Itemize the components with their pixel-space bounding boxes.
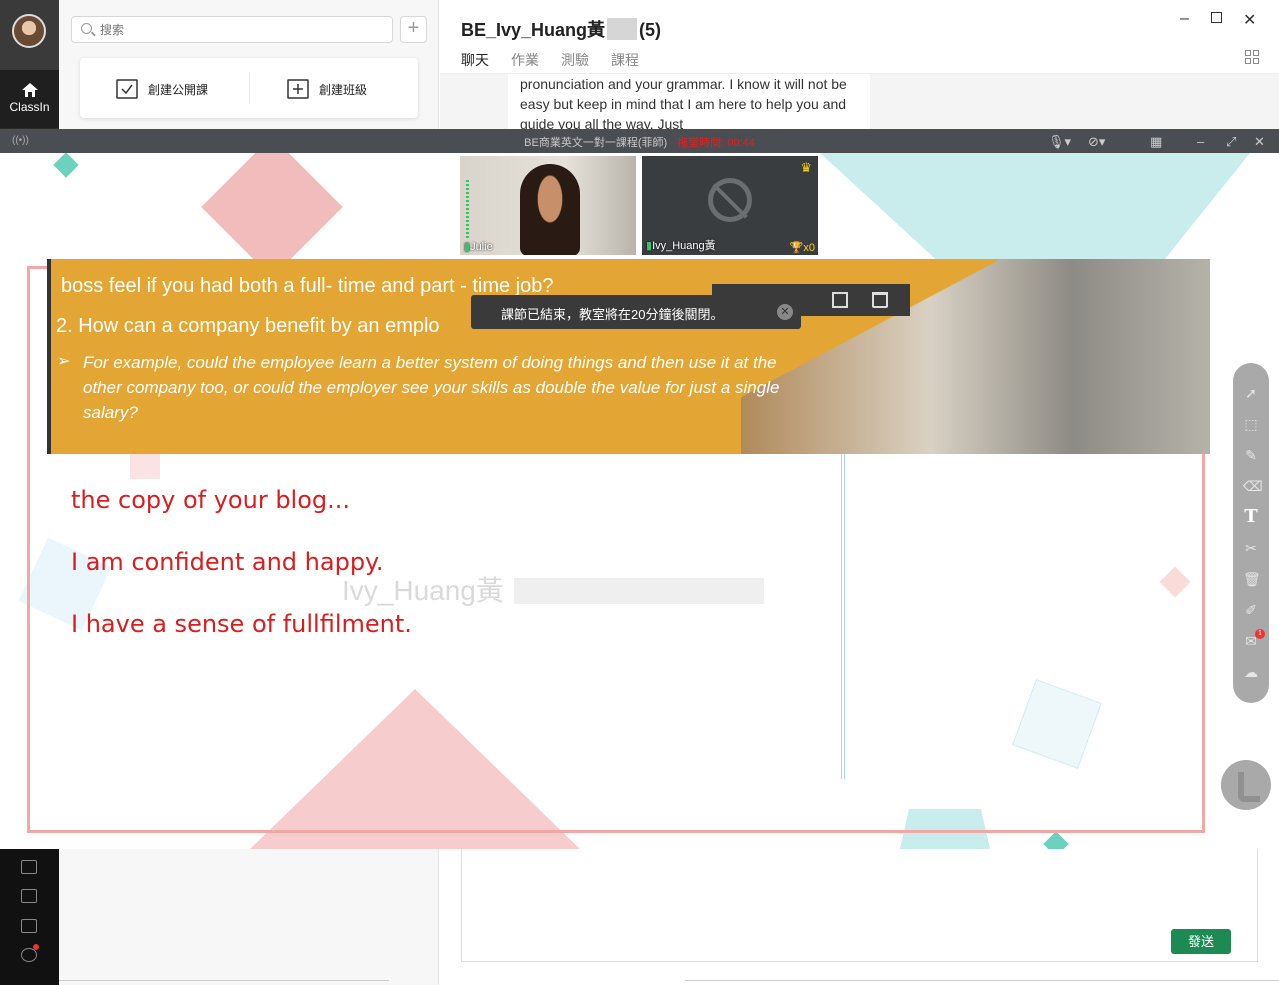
chart-icon[interactable] xyxy=(21,919,37,933)
message-bubble: pronunciation and your grammar. I know i… xyxy=(508,74,870,130)
maximize-icon[interactable] xyxy=(1211,12,1222,23)
member-count: (5) xyxy=(639,20,662,40)
edit-icon[interactable] xyxy=(21,889,37,903)
handwriting-line: the copy of your blog... xyxy=(71,486,351,514)
search-icon xyxy=(81,23,92,34)
classin-home-button[interactable]: ClassIn xyxy=(0,70,59,128)
plus-box-icon xyxy=(287,79,309,99)
fullscreen-icon[interactable]: ⤢ xyxy=(1226,134,1236,150)
classroom-title-bar[interactable]: ((•)) BE商業英文一對一課程(菲師) 拖堂時間: 00:44 🎙▾ ⊘▾ ▦… xyxy=(0,129,1279,153)
create-class-label: 創建班級 xyxy=(319,82,368,97)
handwriting-line: I am confident and happy. xyxy=(71,548,384,576)
close-icon[interactable]: ✕ xyxy=(777,304,793,320)
redacted-block xyxy=(513,578,764,604)
decor-shape xyxy=(201,136,343,278)
create-class-button[interactable]: 創建班級 xyxy=(287,78,367,100)
bullet-arrow-icon: ➢ xyxy=(57,353,71,370)
select-icon[interactable]: ⬚ xyxy=(1243,416,1259,432)
cloud-icon[interactable]: ☁ xyxy=(1243,664,1259,680)
create-open-course-label: 創建公開課 xyxy=(148,82,209,97)
copy-icon[interactable] xyxy=(832,292,848,308)
home-icon xyxy=(21,83,38,97)
video-name: ▮Julie xyxy=(464,240,493,253)
divider xyxy=(249,72,250,104)
tools-fab-button[interactable] xyxy=(1221,760,1271,810)
add-button[interactable]: + xyxy=(400,16,427,43)
video-name-text: Ivy_Huang黃 xyxy=(652,240,716,252)
video-tile-julie[interactable]: ▮Julie xyxy=(460,156,636,255)
pointer-icon[interactable]: ➚ xyxy=(1243,385,1259,401)
text-icon[interactable]: T xyxy=(1243,508,1259,526)
compose-box[interactable] xyxy=(461,848,1258,962)
eraser-icon[interactable]: ⌫ xyxy=(1243,478,1263,494)
avatar[interactable] xyxy=(12,14,46,48)
message-list[interactable]: pronunciation and your grammar. I know i… xyxy=(440,74,1279,130)
rail-bottom-tools xyxy=(0,848,59,985)
classroom-title-text: BE商業英文一對一課程(菲師) xyxy=(524,137,668,149)
classroom-window: ((•)) BE商業英文一對一課程(菲師) 拖堂時間: 00:44 🎙▾ ⊘▾ ▦… xyxy=(0,129,1279,849)
camera-off-icon xyxy=(708,178,752,222)
class-ended-toast: 課節已結束，教室將在20分鐘後關閉。 ✕ xyxy=(471,295,801,329)
trophy-icon: 🏆 xyxy=(789,242,804,254)
chat-title-text: BE_Ivy_Huang黃 xyxy=(461,20,606,40)
courseware-slide[interactable]: boss feel if you had both a full- time a… xyxy=(47,259,1210,454)
handwriting-line: I have a sense of fullfilment. xyxy=(71,610,412,638)
minimize-icon[interactable]: – xyxy=(1180,10,1189,28)
settings-icon[interactable] xyxy=(21,948,37,962)
drawing-toolbar: ➚ ⬚ ✎ ⌫ T ✂ 🗑 ✐ ✉ 1 ☁ xyxy=(1233,363,1269,703)
close-icon[interactable]: ✕ xyxy=(1254,134,1265,150)
scissors-icon[interactable]: ✂ xyxy=(1243,540,1259,556)
classin-label: ClassIn xyxy=(9,100,50,114)
scrollbar[interactable] xyxy=(59,980,389,981)
pen-icon[interactable]: ✎ xyxy=(1243,447,1259,463)
redacted-block xyxy=(607,18,638,40)
document-icon[interactable] xyxy=(21,860,37,874)
video-name-text: Julie xyxy=(470,241,493,253)
volume-meter xyxy=(466,180,469,240)
crown-icon: ♛ xyxy=(800,160,812,175)
video-name: ▮Ivy_Huang黃 xyxy=(646,237,716,253)
trash-icon[interactable] xyxy=(872,292,888,308)
decor-shape xyxy=(1043,831,1069,849)
create-card: 創建公開課 創建班級 xyxy=(80,58,418,118)
edit-icon[interactable]: ✐ xyxy=(1243,602,1259,618)
trash-icon[interactable]: 🗑 xyxy=(1243,571,1261,587)
decor-shape xyxy=(53,152,79,178)
chat-title: BE_Ivy_Huang黃 (5) xyxy=(461,16,661,42)
send-button[interactable]: 發送 xyxy=(1171,929,1231,954)
video-tile-ivy[interactable]: ♛ ▮Ivy_Huang黃 🏆x0 xyxy=(642,156,818,255)
toast-message: 課節已結束，教室將在20分鐘後關閉。 xyxy=(501,307,724,322)
notification-dot xyxy=(33,944,39,950)
slide-text-line2: 2. How can a company benefit by an emplo xyxy=(56,315,440,337)
search-box[interactable] xyxy=(71,16,393,43)
layout-icon[interactable]: ▦ xyxy=(1150,134,1162,150)
check-box-icon xyxy=(116,79,138,99)
overtime-timer: 拖堂時間: 00:44 xyxy=(677,137,755,149)
watermark: Ivy_Huang黃 xyxy=(342,569,764,609)
minimize-icon[interactable]: – xyxy=(1197,134,1204,149)
watermark-text: Ivy_Huang黃 xyxy=(342,575,504,606)
close-icon[interactable]: ✕ xyxy=(1243,10,1256,30)
board-divider xyxy=(841,454,845,779)
scrollbar[interactable] xyxy=(685,980,1279,981)
profile-area xyxy=(0,0,59,70)
grid-icon[interactable] xyxy=(1245,50,1259,64)
camera-off-icon[interactable]: ⊘▾ xyxy=(1088,134,1105,150)
create-open-course-button[interactable]: 創建公開課 xyxy=(116,78,208,100)
slide-text-line3: For example, could the employee learn a … xyxy=(83,353,780,422)
search-input[interactable] xyxy=(100,21,380,39)
trophy-count-text: x0 xyxy=(803,242,815,254)
microphone-icon[interactable]: 🎙▾ xyxy=(1048,134,1071,150)
video-person xyxy=(520,164,580,255)
trophy-count: 🏆x0 xyxy=(790,241,815,254)
chat-badge: 1 xyxy=(1255,629,1265,639)
